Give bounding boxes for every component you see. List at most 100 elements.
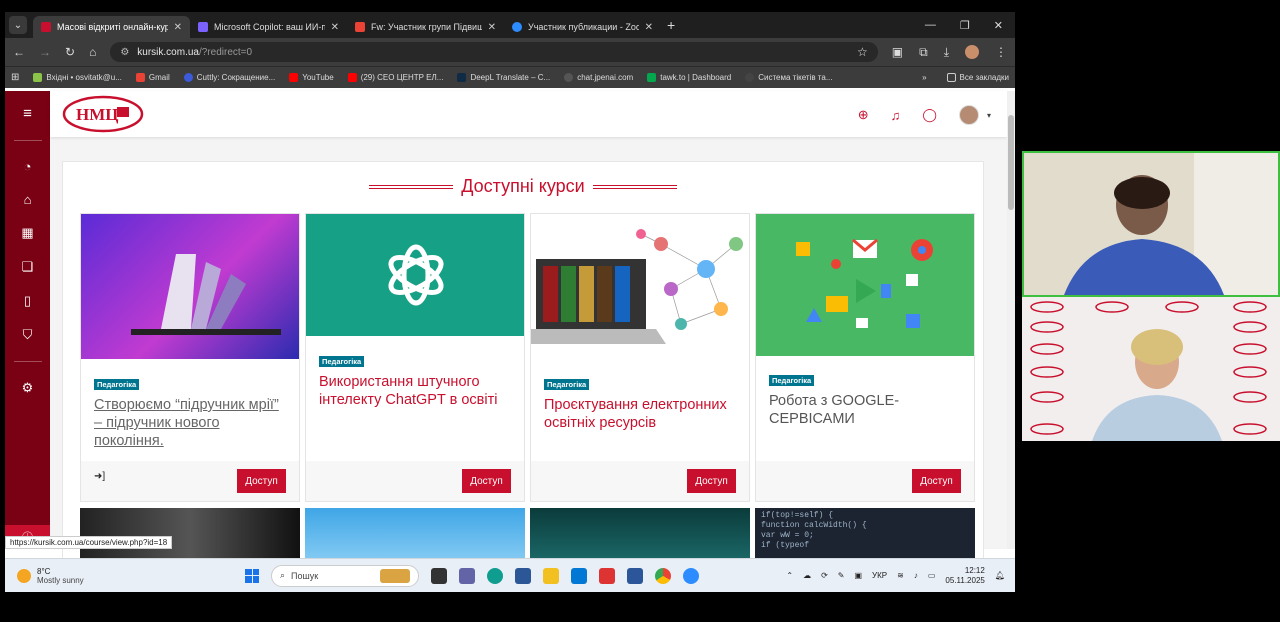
- course-title[interactable]: Використання штучного інтелекту ChatGPT …: [319, 373, 514, 409]
- tab-courses[interactable]: Масові відкриті онлайн-курси ✕: [33, 16, 190, 38]
- page-scrollbar[interactable]: [1007, 91, 1015, 549]
- tab-search-button[interactable]: ⌄: [9, 16, 27, 34]
- extension-icon[interactable]: ▣: [892, 45, 903, 59]
- battery-icon[interactable]: ▭: [928, 571, 936, 580]
- tab-copilot[interactable]: Microsoft Copilot: ваш ИИ-пом ✕: [190, 16, 347, 38]
- clock[interactable]: 12:12 05.11.2025: [945, 566, 984, 586]
- apps-grid-icon[interactable]: ⊞: [11, 72, 19, 83]
- user-menu-caret-icon[interactable]: ▾: [987, 111, 991, 120]
- back-icon[interactable]: ←: [13, 45, 25, 59]
- bookmark-favicon-icon: [564, 73, 574, 82]
- home-icon[interactable]: ⌂: [24, 192, 32, 207]
- close-window-icon[interactable]: ✕: [994, 19, 1003, 32]
- participant-video[interactable]: [1022, 151, 1280, 297]
- wifi-icon[interactable]: ≋: [897, 571, 904, 580]
- edge-icon[interactable]: [487, 567, 503, 584]
- site-info-icon[interactable]: ⚙: [120, 47, 129, 58]
- course-image-network[interactable]: [531, 214, 749, 359]
- course-image-book[interactable]: [81, 214, 299, 359]
- access-button[interactable]: Доступ: [462, 469, 511, 493]
- restore-icon[interactable]: ❐: [960, 19, 970, 32]
- tray-overflow-icon[interactable]: ⌃: [786, 571, 793, 580]
- pen-icon[interactable]: ✎: [838, 571, 845, 580]
- tab-zoom[interactable]: Участник публикации - Zoom ✕: [504, 16, 661, 38]
- taskbar-search[interactable]: ⌕ Пошук: [271, 564, 419, 587]
- sync-icon[interactable]: ⟳: [821, 571, 828, 580]
- bookmark-item[interactable]: Система тікетів та...: [745, 73, 833, 82]
- course-card[interactable]: Педагогіка Використання штучного інтелек…: [305, 213, 525, 502]
- bookmark-item[interactable]: chat.jpenai.com: [564, 73, 633, 82]
- zoom-icon[interactable]: [683, 567, 699, 584]
- more-bookmarks-icon[interactable]: »: [922, 73, 926, 82]
- outlook-icon[interactable]: [571, 567, 587, 584]
- course-image-google[interactable]: [756, 214, 974, 356]
- course-card[interactable]: Педагогіка Проєктування електронних осві…: [530, 213, 750, 502]
- close-tab-icon[interactable]: ✕: [174, 22, 182, 33]
- home-icon[interactable]: ⌂: [89, 45, 96, 59]
- clipboard-icon[interactable]: ▯: [24, 293, 31, 309]
- access-button[interactable]: Доступ: [912, 469, 961, 493]
- volume-icon[interactable]: ♪: [914, 571, 918, 580]
- course-card[interactable]: Педагогіка Створюємо “підручник мрії” – …: [80, 213, 300, 502]
- graduation-cap-icon[interactable]: ⛉: [23, 327, 33, 343]
- app-icon[interactable]: [599, 567, 615, 584]
- bookmark-item[interactable]: Cuttly: Сокращение...: [183, 73, 275, 82]
- bookmark-item[interactable]: DeepL Translate – C...: [457, 73, 550, 82]
- tray-app-icon[interactable]: ▣: [854, 571, 862, 580]
- teams-icon[interactable]: [459, 567, 475, 584]
- extensions-puzzle-icon[interactable]: ⧉: [919, 45, 928, 60]
- close-tab-icon[interactable]: ✕: [331, 22, 339, 33]
- close-tab-icon[interactable]: ✕: [488, 22, 496, 33]
- bookmark-item[interactable]: YouTube: [289, 73, 334, 82]
- weather-widget[interactable]: 8°C Mostly sunny: [5, 567, 245, 585]
- notification-icon[interactable]: 🔔︎: [995, 571, 1005, 580]
- course-title-link[interactable]: Створюємо “підручник мрії” – підручник н…: [94, 396, 289, 450]
- user-avatar[interactable]: [958, 105, 979, 125]
- store-icon[interactable]: [515, 567, 531, 584]
- minimize-icon[interactable]: —: [925, 19, 936, 32]
- language-globe-icon[interactable]: ⊕: [858, 107, 869, 123]
- bookmark-item[interactable]: Вхідні • osvitatk@u...: [33, 73, 122, 82]
- participant-video[interactable]: [1022, 297, 1280, 441]
- profile-avatar[interactable]: [965, 45, 979, 59]
- calendar-icon[interactable]: ▦: [21, 225, 33, 241]
- all-bookmarks-button[interactable]: Все закладки: [946, 73, 1009, 82]
- access-button[interactable]: Доступ: [687, 469, 736, 493]
- new-tab-icon[interactable]: +: [667, 17, 675, 33]
- download-icon[interactable]: ⤓: [944, 45, 949, 60]
- course-image-chatgpt[interactable]: [306, 214, 524, 336]
- participant-silhouette: [1024, 153, 1278, 295]
- access-button[interactable]: Доступ: [237, 469, 286, 493]
- files-icon[interactable]: ❏: [22, 259, 34, 275]
- close-tab-icon[interactable]: ✕: [645, 22, 653, 33]
- hamburger-menu-icon[interactable]: ≡: [23, 105, 32, 122]
- address-bar[interactable]: ⚙ kursik.com.ua /?redirect=0 ☆: [110, 42, 878, 62]
- notifications-bell-icon[interactable]: ♫: [891, 108, 901, 123]
- scrollbar-thumb[interactable]: [1008, 115, 1014, 210]
- task-view-icon[interactable]: [431, 567, 447, 584]
- bookmark-item[interactable]: tawk.to | Dashboard: [647, 73, 731, 82]
- reload-icon[interactable]: ↻: [65, 45, 75, 59]
- card-body: Педагогіка Використання штучного інтелек…: [319, 351, 514, 409]
- word-icon[interactable]: [627, 567, 643, 584]
- bookmark-item[interactable]: Gmail: [135, 73, 170, 82]
- settings-gear-icon[interactable]: ⚙: [22, 380, 34, 396]
- course-title[interactable]: Робота з GOOGLE-СЕРВІСАМИ: [769, 392, 964, 428]
- cloud-icon[interactable]: ☁: [803, 571, 811, 580]
- forward-icon[interactable]: →: [39, 45, 51, 59]
- menu-kebab-icon[interactable]: ⋮: [995, 45, 1007, 59]
- participant-backdrop: [1022, 297, 1280, 441]
- course-card[interactable]: Педагогіка Робота з GOOGLE-СЕРВІСАМИ Дос…: [755, 213, 975, 502]
- bookmark-favicon-icon: [289, 73, 299, 82]
- explorer-icon[interactable]: [543, 567, 559, 584]
- language-indicator[interactable]: УКР: [872, 571, 887, 580]
- chrome-icon[interactable]: [655, 567, 671, 584]
- windows-start-icon[interactable]: [245, 568, 259, 583]
- bookmark-star-icon[interactable]: ☆: [857, 45, 868, 59]
- course-title[interactable]: Проєктування електронних освітніх ресурс…: [544, 396, 739, 432]
- messages-chat-icon[interactable]: ◯: [922, 107, 937, 123]
- dashboard-gauge-icon[interactable]: ◔: [24, 159, 32, 174]
- bookmark-item[interactable]: (29) СЕО ЦЕНТР ЕЛ...: [347, 73, 443, 82]
- site-logo[interactable]: НМЦ: [62, 94, 144, 134]
- tab-gmail[interactable]: Fw: Участник групи Підвищен ✕: [347, 16, 504, 38]
